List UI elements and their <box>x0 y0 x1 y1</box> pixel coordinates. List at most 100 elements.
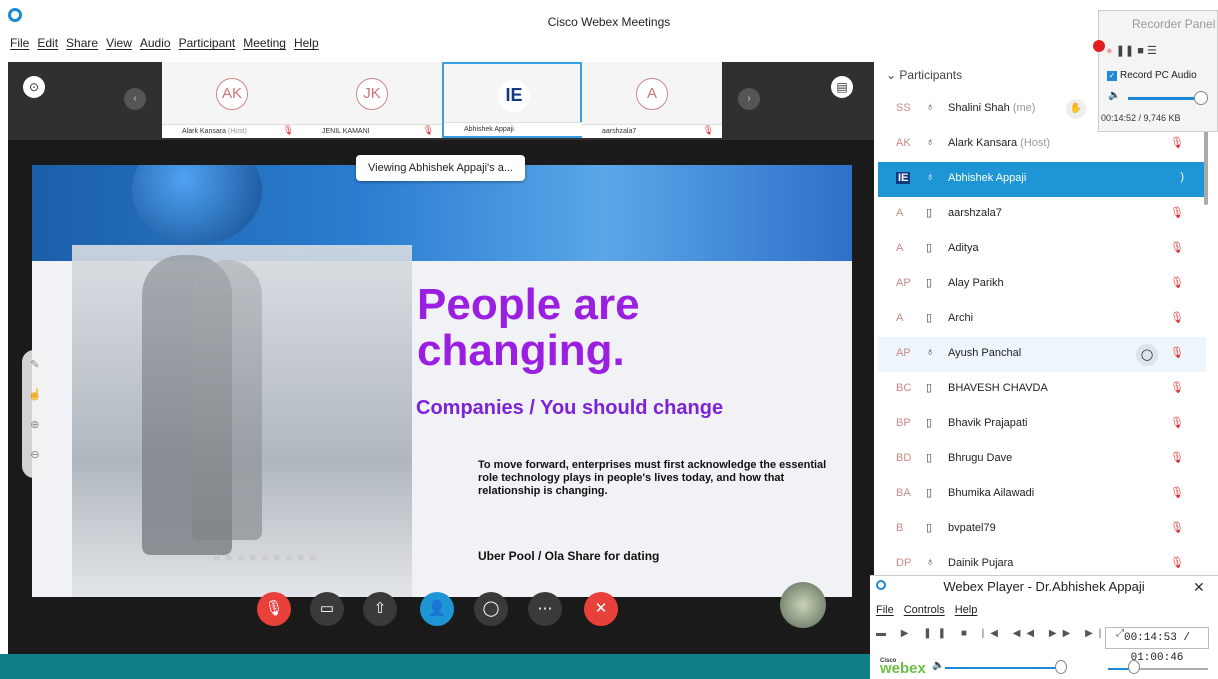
video-button[interactable]: ▭ <box>310 592 344 626</box>
menu-edit[interactable]: Edit <box>37 36 58 58</box>
muted-mic-icon[interactable]: 🎙 <box>1170 346 1184 359</box>
thumb-next-icon[interactable]: › <box>738 88 760 110</box>
muted-mic-icon[interactable]: 🎙 <box>1170 206 1184 219</box>
muted-mic-icon[interactable]: 🎙 <box>1170 276 1184 289</box>
menu-participant[interactable]: Participant <box>179 36 236 58</box>
pointer-icon[interactable]: ☝ <box>22 380 48 410</box>
player-controls: ▬ ▶ ❚❚ ■ |◀ ◀◀ ▶▶ ▶| ⤢ <box>876 628 1130 639</box>
zoom-in-icon[interactable]: ⊕ <box>22 410 48 440</box>
player-menu-help[interactable]: Help <box>955 604 978 616</box>
avatar: A <box>896 312 904 324</box>
muted-mic-icon[interactable]: 🎙 <box>1170 521 1184 534</box>
participant-row[interactable]: A ▯ Archi 🎙 <box>878 302 1206 337</box>
muted-mic-icon[interactable]: 🎙 <box>1170 311 1184 324</box>
skip-forward-icon[interactable]: ▶| <box>1085 628 1107 639</box>
recording-time: 00:14:52 / 9,746 KB <box>1101 113 1181 123</box>
chat-bubble-icon[interactable]: ◯ <box>1136 344 1158 366</box>
window-title: Cisco Webex Meetings <box>547 15 671 29</box>
fast-forward-icon[interactable]: ▶▶ <box>1049 628 1076 639</box>
participant-name: Bhavik Prajapati <box>948 417 1028 429</box>
headset-icon: ♁ <box>926 346 935 358</box>
recorder-volume-slider[interactable]: 🔈 <box>1108 90 1208 105</box>
player-time-display: 00:14:53 / 01:00:46 <box>1105 627 1209 664</box>
participant-row-hover[interactable]: AP ♁ Ayush Panchal ◯ 🎙 <box>878 337 1206 372</box>
avatar: JK <box>356 78 388 110</box>
muted-mic-icon[interactable]: 🎙 <box>1170 241 1184 254</box>
participant-row[interactable]: AK ♁ Alark Kansara (Host) 🎙 <box>878 127 1206 162</box>
rewind-icon[interactable]: ◀◀ <box>1013 628 1040 639</box>
menu-help[interactable]: Help <box>294 36 319 58</box>
player-volume-knob[interactable] <box>1055 660 1067 674</box>
play-icon[interactable]: ▶ <box>901 628 915 639</box>
muted-mic-icon[interactable]: 🎙 <box>1170 451 1184 464</box>
layout-grid-icon[interactable]: ▤ <box>831 76 853 98</box>
volume-knob[interactable] <box>1194 91 1208 105</box>
menu-file[interactable]: File <box>10 36 29 58</box>
participant-row[interactable]: DP ♁ Dainik Pujara 🎙 <box>878 547 1206 573</box>
settings-icon[interactable]: ☰ <box>1147 45 1157 57</box>
player-volume-track[interactable] <box>945 667 1065 669</box>
thumb-prev-icon[interactable]: ‹ <box>124 88 146 110</box>
mute-button[interactable]: 🎙 <box>257 592 291 626</box>
video-thumbnail[interactable]: AK Alark Kansara (Host) 🎙 <box>162 62 302 138</box>
participants-header[interactable]: ⌄ Participants <box>886 68 962 82</box>
muted-mic-icon[interactable]: 🎙 <box>1170 381 1184 394</box>
more-options-button[interactable]: ⋯ <box>528 592 562 626</box>
folder-icon[interactable]: ▬ <box>876 628 892 639</box>
menu-audio[interactable]: Audio <box>140 36 171 58</box>
muted-mic-icon[interactable]: 🎙 <box>1170 136 1184 149</box>
leave-meeting-button[interactable]: ✕ <box>584 592 618 626</box>
menu-meeting[interactable]: Meeting <box>243 36 286 58</box>
participant-name: Abhishek Appaji <box>948 172 1027 184</box>
participant-row[interactable]: BC ▯ BHAVESH CHAVDA 🎙 <box>878 372 1206 407</box>
participant-row[interactable]: BD ▯ Bhrugu Dave 🎙 <box>878 442 1206 477</box>
menu-share[interactable]: Share <box>66 36 98 58</box>
participant-row[interactable]: BA ▯ Bhumika Ailawadi 🎙 <box>878 477 1206 512</box>
share-button[interactable]: ⇧ <box>363 592 397 626</box>
muted-mic-icon[interactable]: 🎙 <box>1170 416 1184 429</box>
participant-row[interactable]: B ▯ bvpatel79 🎙 <box>878 512 1206 547</box>
menu-view[interactable]: View <box>106 36 132 58</box>
skip-back-icon[interactable]: |◀ <box>982 628 1004 639</box>
phone-icon: ▯ <box>926 277 933 289</box>
phone-icon: ▯ <box>926 382 933 394</box>
layout-toggle-icon[interactable]: ⊙ <box>23 76 45 98</box>
player-menu-controls[interactable]: Controls <box>904 604 945 616</box>
participants-scrollbar[interactable] <box>1204 130 1208 205</box>
pause-icon[interactable]: ❚❚ <box>1116 45 1134 57</box>
record-audio-label: Record PC Audio <box>1120 70 1197 81</box>
muted-mic-icon[interactable]: 🎙 <box>1170 486 1184 499</box>
participants-button[interactable]: 👤 <box>420 592 454 626</box>
pause-icon[interactable]: ❚❚ <box>923 628 952 639</box>
close-icon[interactable]: ✕ <box>1193 579 1205 596</box>
phone-icon: ▯ <box>926 522 933 534</box>
avatar: A <box>896 242 904 254</box>
participant-row[interactable]: AP ▯ Alay Parikh 🎙 <box>878 267 1206 302</box>
participant-name: Shalini Shah (me) <box>948 102 1035 114</box>
participant-row[interactable]: A ▯ Aditya 🎙 <box>878 232 1206 267</box>
player-menu-file[interactable]: File <box>876 604 894 616</box>
video-thumbnail[interactable]: JK JENIL KAMANI 🎙 <box>302 62 442 138</box>
stop-icon[interactable]: ■ <box>961 628 973 639</box>
avatar: AK <box>896 137 911 149</box>
muted-mic-icon[interactable]: 🎙 <box>1170 556 1184 569</box>
zoom-out-icon[interactable]: ⊖ <box>22 440 48 470</box>
raise-hand-icon[interactable]: ✋ <box>1066 99 1086 119</box>
participant-row-selected[interactable]: IE ♁ Abhishek Appaji ) <box>878 162 1206 197</box>
self-video-avatar[interactable] <box>780 582 826 628</box>
participant-row[interactable]: A ▯ aarshzala7 🎙 <box>878 197 1206 232</box>
participant-name: Bhumika Ailawadi <box>948 487 1035 499</box>
participant-suffix: (me) <box>1012 102 1036 114</box>
player-seek-knob[interactable] <box>1128 660 1140 674</box>
record-audio-checkbox[interactable]: ✓ Record PC Audio <box>1107 70 1197 81</box>
chat-button[interactable]: ◯ <box>474 592 508 626</box>
stop-icon[interactable]: ■ <box>1137 45 1144 57</box>
video-thumbnail[interactable]: A aarshzala7 🎙 <box>582 62 722 138</box>
menu-bar: File Edit Share View Audio Participant M… <box>0 36 319 58</box>
video-thumbnail-active[interactable]: IE Abhishek Appaji <box>442 62 584 138</box>
participant-row[interactable]: BP ▯ Bhavik Prajapati 🎙 <box>878 407 1206 442</box>
annotate-icon[interactable]: ✎ <box>22 350 48 380</box>
record-icon[interactable]: ● <box>1106 45 1113 57</box>
participant-name-text: Alark Kansara <box>948 137 1018 149</box>
avatar: A <box>636 78 668 110</box>
